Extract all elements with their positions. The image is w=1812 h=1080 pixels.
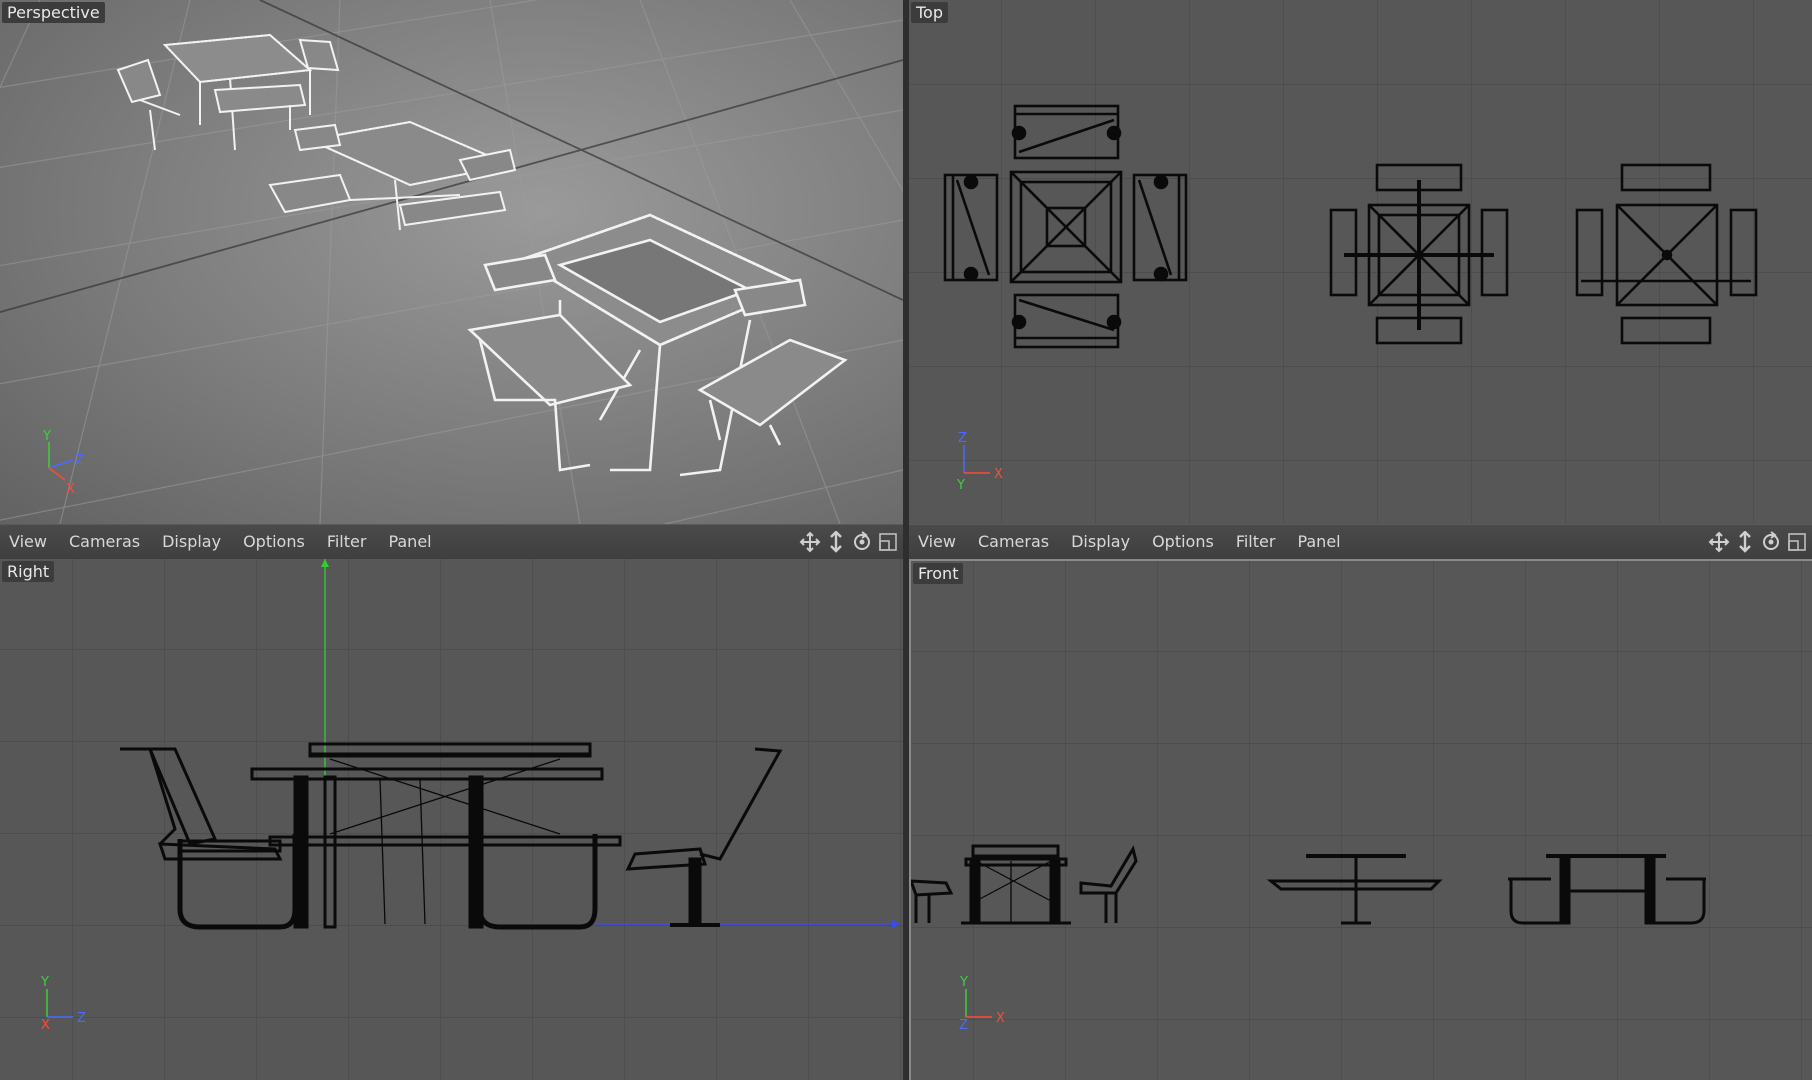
app-window: Perspective Y Z X Top Z Y X View Cameras… <box>0 0 1812 1080</box>
axis-label-z: Z <box>77 1011 86 1026</box>
axis-label-x: X <box>41 1018 50 1033</box>
nav-icons-front <box>1708 525 1808 559</box>
axis-label-x: X <box>66 482 75 497</box>
axis-label-y: Y <box>42 429 51 444</box>
viewport-label-top: Top <box>911 2 948 23</box>
axis-gizmo-perspective: Y Z X <box>42 429 84 497</box>
menubar-right: View Cameras Display Options Filter Pane… <box>0 524 903 560</box>
rotate-icon[interactable] <box>1760 531 1782 553</box>
perspective-pane: Perspective Y Z X <box>0 0 903 524</box>
move-icon[interactable] <box>799 531 821 553</box>
viewport-splitter-vertical[interactable] <box>903 0 909 1080</box>
front-scene <box>911 561 1812 1080</box>
axis-gizmo-front: Y Z X <box>959 975 1005 1033</box>
top-viewport[interactable]: Top Z Y X <box>909 0 1812 524</box>
menu-options[interactable]: Options <box>232 525 316 559</box>
axis-label-y: Y <box>956 478 965 493</box>
perspective-viewport[interactable]: Perspective Y Z X <box>0 0 903 524</box>
axis-label-z: Z <box>959 1018 968 1033</box>
viewport-label-right: Right <box>2 561 55 582</box>
menu-view[interactable]: View <box>0 525 58 559</box>
viewport-label-perspective: Perspective <box>2 2 105 23</box>
nav-icons-right <box>799 525 899 559</box>
axis-label-x: X <box>996 1011 1005 1026</box>
menubar-front: View Cameras Display Options Filter Pane… <box>909 524 1812 560</box>
top-scene <box>909 0 1812 524</box>
axis-gizmo-top: Z Y X <box>956 431 1003 493</box>
perspective-scene <box>0 0 903 524</box>
maximize-icon[interactable] <box>877 531 899 553</box>
right-scene <box>0 559 903 1080</box>
menu-cameras[interactable]: Cameras <box>58 525 151 559</box>
front-viewport[interactable]: Front Y Z X <box>909 559 1812 1080</box>
right-pane: View Cameras Display Options Filter Pane… <box>0 524 903 1080</box>
menu-panel[interactable]: Panel <box>1286 525 1351 559</box>
menu-filter[interactable]: Filter <box>316 525 378 559</box>
axis-label-z: Z <box>75 453 84 468</box>
viewport-label-front: Front <box>913 563 964 584</box>
move-icon[interactable] <box>1708 531 1730 553</box>
right-viewport[interactable]: Right Y X Z <box>0 559 903 1080</box>
menu-display[interactable]: Display <box>151 525 232 559</box>
zoom-icon[interactable] <box>1734 531 1756 553</box>
axis-label-y: Y <box>40 975 49 990</box>
maximize-icon[interactable] <box>1786 531 1808 553</box>
front-pane: View Cameras Display Options Filter Pane… <box>909 524 1812 1080</box>
zoom-icon[interactable] <box>825 531 847 553</box>
menu-options[interactable]: Options <box>1141 525 1225 559</box>
top-pane: Top Z Y X <box>909 0 1812 524</box>
menu-filter[interactable]: Filter <box>1225 525 1287 559</box>
axis-label-y: Y <box>959 975 968 990</box>
menu-display[interactable]: Display <box>1060 525 1141 559</box>
menu-view[interactable]: View <box>909 525 967 559</box>
axis-gizmo-right: Y X Z <box>40 975 86 1033</box>
axis-label-x: X <box>994 467 1003 482</box>
axis-label-z: Z <box>958 431 967 446</box>
rotate-icon[interactable] <box>851 531 873 553</box>
menu-panel[interactable]: Panel <box>377 525 442 559</box>
menu-cameras[interactable]: Cameras <box>967 525 1060 559</box>
